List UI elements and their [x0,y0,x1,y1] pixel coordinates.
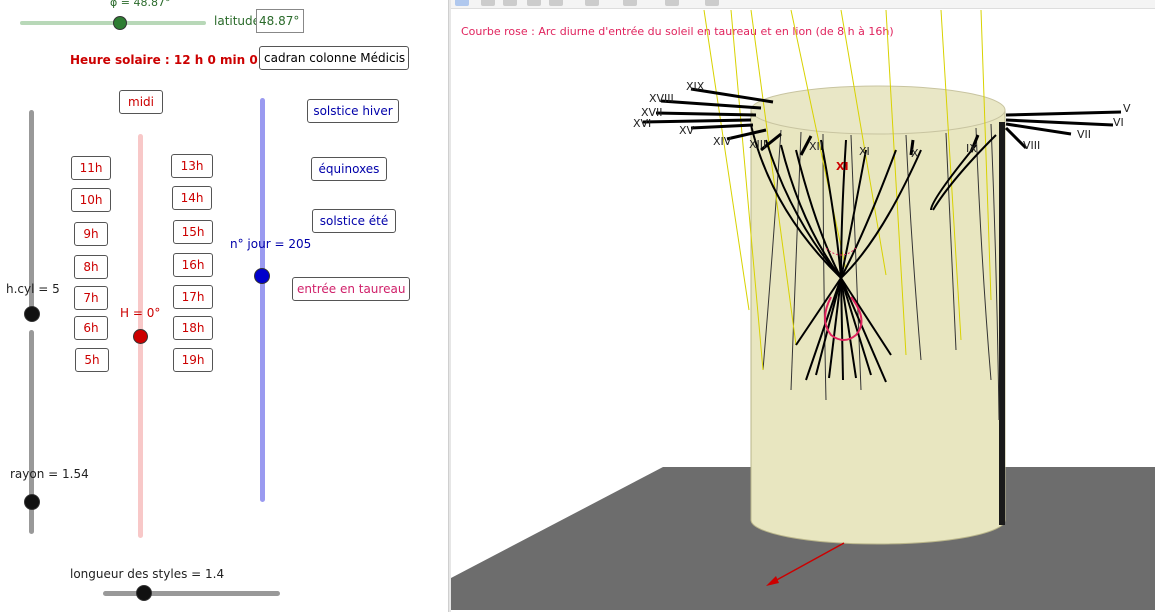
view-3d[interactable]: Courbe rose : Arc diurne d'entrée du sol… [451,0,1155,612]
latitude-slider-knob[interactable] [113,16,127,30]
roman-label-xii: XII [809,140,823,153]
controls-panel: φ = 48.87° latitude Heure solaire : 12 h… [0,0,448,612]
hour-button-13h[interactable]: 13h [171,154,213,178]
roman-label-xviii: XVIII [649,92,674,105]
hour-button-14h[interactable]: 14h [172,186,212,210]
roman-label-xv: XV [679,124,695,137]
hour-button-15h[interactable]: 15h [173,220,213,244]
hour-button-16h[interactable]: 16h [173,253,213,277]
equinoxes-button[interactable]: équinoxes [311,157,387,181]
roman-label-right-x: X [911,147,919,160]
rayon-slider-knob[interactable] [24,494,40,510]
roman-label-right-ix: IX [966,142,977,155]
h-angle-slider-knob[interactable] [133,329,148,344]
heure-solaire-text: Heure solaire : 12 h 0 min 0 s [70,53,270,67]
latitude-label: latitude [214,14,261,28]
cadran-button[interactable]: cadran colonne Médicis [259,46,409,70]
phi-label: φ = 48.87° [110,0,171,9]
hcyl-slider-knob[interactable] [24,306,40,322]
entree-taureau-button[interactable]: entrée en taureau [292,277,410,301]
roman-label-xiii: XIII [749,138,766,151]
hour-button-8h[interactable]: 8h [74,255,108,279]
hour-button-5h[interactable]: 5h [75,348,109,372]
rayon-label: rayon = 1.54 [10,467,89,481]
longueur-slider-knob[interactable] [136,585,152,601]
solstice-ete-button[interactable]: solstice été [312,209,396,233]
h-angle-label: H = 0° [120,306,161,320]
hour-button-10h[interactable]: 10h [71,188,111,212]
n-jour-slider-knob[interactable] [254,268,270,284]
n-jour-slider-track[interactable] [260,98,265,502]
longueur-slider-track[interactable] [103,591,280,596]
roman-label-right-viii: VIII [1023,139,1040,152]
roman-label-right-vii: VII [1077,128,1091,141]
hour-button-19h[interactable]: 19h [173,348,213,372]
hour-button-6h[interactable]: 6h [74,316,108,340]
hour-button-9h[interactable]: 9h [74,222,108,246]
latitude-input[interactable] [256,9,304,33]
hour-button-17h[interactable]: 17h [173,285,213,309]
longueur-label: longueur des styles = 1.4 [70,567,225,581]
hour-button-11h[interactable]: 11h [71,156,111,180]
roman-label-xiv: XIV [713,135,732,148]
cylinder-top [750,85,1006,135]
roman-center-label: XI [836,160,849,173]
solstice-hiver-button[interactable]: solstice hiver [307,99,399,123]
midi-button[interactable]: midi [119,90,163,114]
hour-button-7h[interactable]: 7h [74,286,108,310]
cylinder-shadow-edge [999,122,1005,525]
roman-label-right-xi: XI [859,145,870,158]
roman-label-xvi: XVI [633,117,651,130]
roman-label-right-vi: VI [1113,116,1124,129]
hcyl-label: h.cyl = 5 [6,282,60,296]
roman-label-right-v: V [1123,102,1131,115]
roman-label-xix: XIX [686,80,705,93]
hour-button-18h[interactable]: 18h [173,316,213,340]
sundial-scene: XIXXVIIIXVIIXVIXVXIV XIII XII XI X IX VIIIVIIV… [451,9,1155,610]
n-jour-label: n° jour = 205 [230,237,312,251]
